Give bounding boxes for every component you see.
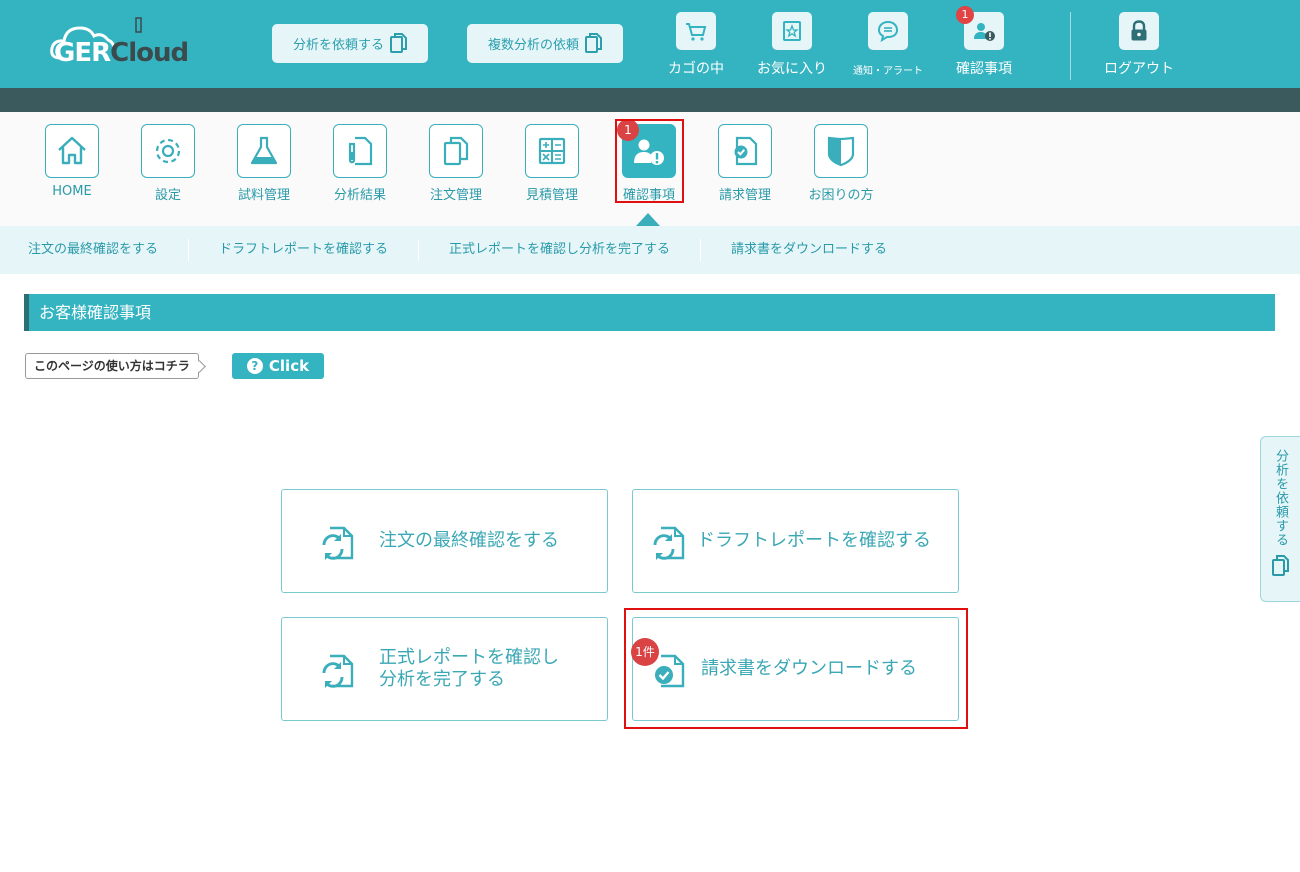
nav-item-home[interactable]: HOME	[24, 124, 120, 199]
logo-cloud-text: Cloud	[110, 38, 189, 68]
copy-icon	[390, 33, 407, 53]
active-nav-pointer	[636, 213, 660, 226]
help-label: このページの使い方はコチラ	[25, 353, 199, 379]
header-confirmations[interactable]: 1 確認事項	[934, 6, 1034, 78]
question-icon: ?	[246, 358, 263, 374]
multi-analysis-request-button[interactable]: 複数分析の依頼	[467, 24, 623, 63]
nav-label-results: 分析結果	[333, 188, 386, 203]
card-label: ドラフトレポートを確認する	[697, 530, 931, 551]
request-analysis-label: 分析を依頼する	[292, 38, 384, 53]
refresh-doc-icon	[322, 654, 354, 688]
header-favorites-label: お気に入り	[757, 61, 827, 77]
side-request-analysis-tab[interactable]: 分析を依頼する	[1260, 436, 1300, 602]
gear-icon	[155, 138, 181, 164]
subnav-item-official-report[interactable]: 正式レポートを確認し分析を完了する	[419, 239, 702, 261]
copy-icon	[585, 33, 602, 53]
nav-confirmations-badge: 1	[617, 119, 639, 141]
card-download-invoice[interactable]: 1件 請求書をダウンロードする	[631, 617, 959, 721]
logout-button[interactable]: ログアウト	[1089, 12, 1189, 78]
lock-icon	[1131, 20, 1147, 41]
test-tube-doc-icon	[348, 136, 373, 166]
header-dark-strip	[0, 88, 1300, 112]
nav-label-orders: 注文管理	[429, 188, 482, 203]
help-click-label: Click	[268, 357, 310, 375]
confirmations-badge: 1	[956, 6, 974, 24]
logo-ger-text: GER	[54, 38, 111, 68]
subnav-item-draft-report[interactable]: ドラフトレポートを確認する	[189, 239, 420, 261]
sub-nav: 注文の最終確認をする ドラフトレポートを確認する 正式レポートを確認し分析を完了…	[0, 226, 1300, 274]
help-click-button[interactable]: ? Click	[232, 353, 324, 379]
header-confirmations-label: 確認事項	[956, 61, 1012, 77]
nav-label-help: お困りの方	[808, 188, 874, 203]
logout-label: ログアウト	[1104, 61, 1174, 77]
shield-icon	[827, 136, 855, 167]
nav-label-home: HOME	[52, 184, 92, 199]
multi-analysis-label: 複数分析の依頼	[487, 38, 579, 53]
header-divider	[1070, 12, 1071, 80]
header-favorites[interactable]: お気に入り	[742, 12, 842, 78]
header-notifications-label: 通知・アラート	[853, 66, 923, 77]
check-doc-icon	[734, 136, 758, 166]
top-header: GERCloud 分析を依頼する 複数分析の依頼 カゴの中 お気に入り 通知・ア…	[0, 0, 1300, 88]
request-analysis-button[interactable]: 分析を依頼する	[272, 24, 428, 63]
ger-cloud-logo[interactable]: GERCloud	[48, 14, 198, 74]
nav-item-help[interactable]: お困りの方	[793, 124, 889, 203]
header-cart-label: カゴの中	[668, 61, 724, 77]
card-official-report[interactable]: 正式レポートを確認し 分析を完了する	[281, 617, 608, 721]
copy-icon	[1272, 555, 1289, 576]
copy-icon	[443, 136, 469, 166]
nav-item-samples[interactable]: 試料管理	[216, 124, 312, 203]
cart-icon	[686, 23, 707, 41]
home-icon	[58, 136, 86, 165]
nav-item-results[interactable]: 分析結果	[312, 124, 408, 203]
nav-item-orders[interactable]: 注文管理	[408, 124, 504, 203]
nav-label-billing: 請求管理	[718, 188, 771, 203]
nav-label-settings: 設定	[154, 188, 181, 203]
side-tab-label: 分析を依頼する	[1273, 449, 1288, 547]
flask-icon	[250, 136, 278, 165]
nav-label-quotes: 見積管理	[525, 188, 578, 203]
card-final-order-check[interactable]: 注文の最終確認をする	[281, 489, 608, 593]
nav-item-billing[interactable]: 請求管理	[697, 124, 793, 203]
card-label: 請求書をダウンロードする	[701, 658, 917, 679]
chat-bubble-icon	[877, 20, 899, 43]
user-alert-icon	[974, 23, 995, 41]
user-alert-icon	[634, 139, 664, 165]
header-notifications[interactable]: 通知・アラート	[838, 12, 938, 77]
calculator-icon	[538, 137, 566, 165]
refresh-doc-icon	[653, 526, 685, 560]
header-cart[interactable]: カゴの中	[646, 12, 746, 78]
subnav-item-download-invoice[interactable]: 請求書をダウンロードする	[701, 239, 917, 261]
invoice-count-badge: 1件	[631, 638, 659, 666]
nav-item-settings[interactable]: 設定	[120, 124, 216, 203]
card-draft-report[interactable]: ドラフトレポートを確認する	[632, 489, 959, 593]
main-nav: HOME 設定 試料管理 分析結果 注文管理 見積管理 1 確認事項 請求管理 …	[0, 112, 1300, 226]
page-title: お客様確認事項	[24, 294, 1275, 331]
star-icon	[783, 21, 801, 41]
card-label: 正式レポートを確認し 分析を完了する	[379, 647, 559, 690]
nav-label-confirmations: 確認事項	[622, 188, 675, 203]
subnav-item-final-order-check[interactable]: 注文の最終確認をする	[0, 239, 190, 261]
nav-item-confirmations[interactable]: 1 確認事項	[601, 119, 697, 203]
nav-item-quotes[interactable]: 見積管理	[504, 124, 600, 203]
nav-label-samples: 試料管理	[237, 188, 290, 203]
card-label: 注文の最終確認をする	[379, 530, 559, 551]
refresh-doc-icon	[322, 526, 354, 560]
